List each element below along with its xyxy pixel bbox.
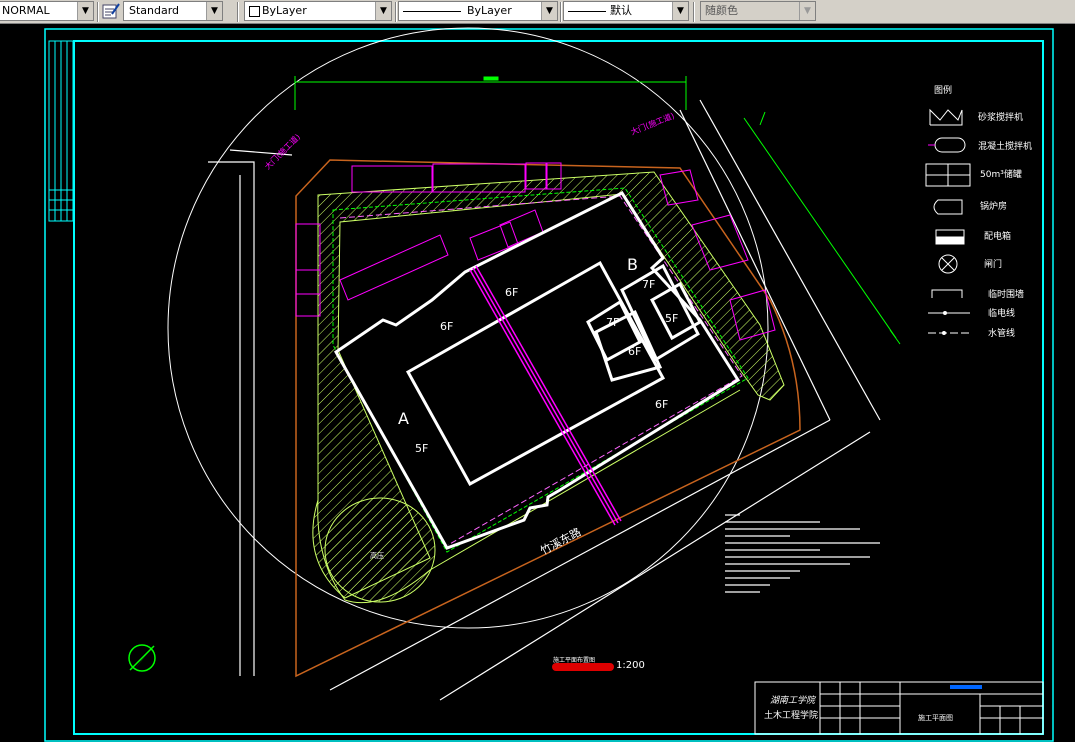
legend: 图例 砂浆搅拌机 混凝土搅拌机 50m³储罐 锅炉房 配电箱 闸门 临时围墙 临… <box>925 84 1032 339</box>
plot-color-value: 随颜色 <box>705 4 738 17</box>
boiler-icon <box>933 199 963 215</box>
drawing-canvas[interactable]: A B 6F 5F 6F 7F 7F 6F 5F 6F 竹溪东路 高压 大门(施… <box>0 24 1075 742</box>
plot-style-dropdown[interactable]: NORMAL ▼ <box>0 1 94 21</box>
water-line-icon <box>928 331 970 335</box>
building-label-a: A <box>398 409 409 428</box>
plot-color-dropdown: 随颜色 ▼ <box>700 1 816 21</box>
legend-label: 配电箱 <box>984 230 1011 242</box>
legend-label: 50m³储罐 <box>980 168 1022 180</box>
text-style-icon[interactable] <box>102 2 120 20</box>
title-block-school: 湖南工学院 <box>770 695 817 706</box>
linetype-dropdown[interactable]: ByLayer ▼ <box>398 1 558 21</box>
floor-label: 7F <box>642 278 655 291</box>
plan-scale: 1:200 <box>616 660 645 671</box>
legend-label: 锅炉房 <box>980 200 1007 212</box>
chevron-down-icon[interactable]: ▼ <box>541 2 557 20</box>
gate-label-left: 大门(施工道) <box>262 132 302 172</box>
chevron-down-icon[interactable]: ▼ <box>206 2 222 20</box>
toolbar-separator <box>97 2 99 22</box>
chevron-down-icon[interactable]: ▼ <box>77 2 93 20</box>
building-label-b: B <box>627 255 638 274</box>
floor-label: 6F <box>505 286 518 299</box>
lineweight-value: 默认 <box>610 4 632 17</box>
floor-label: 5F <box>665 312 678 325</box>
green-zone-round <box>324 497 436 603</box>
plan-title-block: 施工平面布置图 1:200 <box>552 656 645 671</box>
floor-label: 7F <box>606 316 619 329</box>
toolbar-separator <box>693 2 695 22</box>
inner-frame <box>73 40 1044 735</box>
legend-label: 砂浆搅拌机 <box>978 111 1023 123</box>
outer-frame <box>44 28 1054 742</box>
power-line-icon <box>928 311 970 315</box>
floor-label: 6F <box>655 398 668 411</box>
floor-label: 6F <box>440 320 453 333</box>
toolbar-separator <box>560 2 562 22</box>
chevron-down-icon[interactable]: ▼ <box>375 2 391 20</box>
linetype-sample-icon <box>403 11 461 12</box>
chevron-down-icon[interactable]: ▼ <box>672 2 688 20</box>
dump-icon <box>925 163 971 187</box>
floor-label: 5F <box>415 442 428 455</box>
text-style-dropdown[interactable]: Standard ▼ <box>123 1 223 21</box>
title-block <box>754 681 1044 735</box>
plan-title: 施工平面布置图 <box>553 656 595 664</box>
legend-label: 临电线 <box>988 307 1015 319</box>
valve-icon <box>938 254 958 274</box>
fence-icon <box>931 289 963 298</box>
legend-label: 闸门 <box>984 258 1002 270</box>
linetype-value: ByLayer <box>467 4 512 17</box>
axis-line <box>469 265 622 526</box>
properties-toolbar: NORMAL ▼ Standard ▼ ByLayer ▼ ByLayer ▼ … <box>0 0 1075 24</box>
scale-bar <box>552 663 614 671</box>
legend-label: 水管线 <box>988 327 1015 339</box>
floor-label: 6F <box>628 345 641 358</box>
color-swatch-icon <box>249 6 260 17</box>
crane-radius-circle <box>167 27 769 629</box>
layer-color-dropdown[interactable]: ByLayer ▼ <box>244 1 392 21</box>
legend-title: 图例 <box>934 84 952 96</box>
legend-label: 临时围墙 <box>988 288 1024 300</box>
site-label: 高压 <box>370 551 384 560</box>
lineweight-dropdown[interactable]: 默认 ▼ <box>563 1 689 21</box>
title-block-drawing-name: 施工平面图 <box>918 713 953 722</box>
legend-label: 混凝土搅拌机 <box>978 140 1032 152</box>
text-style-value: Standard <box>129 4 180 17</box>
layer-color-value: ByLayer <box>262 4 307 17</box>
gate-label-right: 大门(施工道) <box>629 110 676 137</box>
mixer-icon <box>929 108 963 126</box>
lineweight-sample-icon <box>568 11 606 12</box>
toolbar-separator <box>395 2 397 22</box>
toolbar-separator <box>237 2 239 22</box>
north-arrow-icon <box>128 644 156 672</box>
left-binding-strip <box>48 40 74 222</box>
box-icon <box>935 229 965 245</box>
concrete-mixer-icon <box>928 137 966 153</box>
title-block-dept: 土木工程学院 <box>764 709 818 721</box>
plot-style-value: NORMAL <box>2 4 50 17</box>
road-label: 竹溪东路 <box>538 525 583 558</box>
chevron-down-icon: ▼ <box>799 2 815 20</box>
notes-text <box>725 514 880 593</box>
